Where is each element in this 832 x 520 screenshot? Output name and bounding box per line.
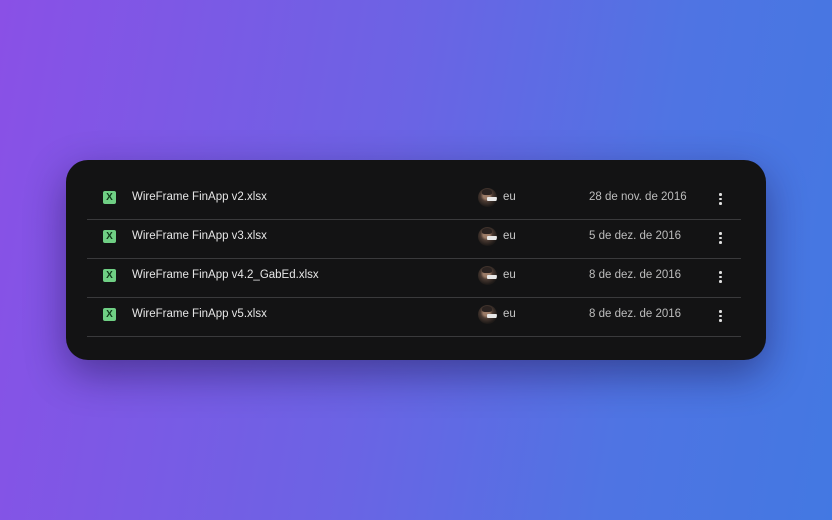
excel-icon: X	[103, 308, 116, 321]
modified-date: 8 de dez. de 2016	[589, 269, 682, 281]
file-list-panel: X WireFrame FinApp v2.xlsx eu 28 de nov.…	[66, 160, 766, 360]
avatar	[478, 227, 497, 246]
owner-label: eu	[503, 308, 516, 320]
modified-date: 8 de dez. de 2016	[589, 308, 682, 320]
more-options-icon[interactable]	[711, 267, 729, 287]
excel-icon: X	[103, 269, 116, 282]
avatar	[478, 188, 497, 207]
file-name: WireFrame FinApp v4.2_GabEd.xlsx	[132, 269, 319, 281]
avatar	[478, 305, 497, 324]
owner-label: eu	[503, 269, 516, 281]
owner-label: eu	[503, 230, 516, 242]
modified-date: 28 de nov. de 2016	[589, 191, 687, 203]
modified-date: 5 de dez. de 2016	[589, 230, 682, 242]
file-name: WireFrame FinApp v5.xlsx	[132, 308, 267, 320]
file-row[interactable]: X WireFrame FinApp v3.xlsx eu 5 de dez. …	[87, 220, 741, 259]
file-name: WireFrame FinApp v3.xlsx	[132, 230, 267, 242]
excel-icon: X	[103, 230, 116, 243]
avatar	[478, 266, 497, 285]
file-row[interactable]: X WireFrame FinApp v2.xlsx eu 28 de nov.…	[87, 181, 741, 220]
file-name: WireFrame FinApp v2.xlsx	[132, 191, 267, 203]
excel-icon: X	[103, 191, 116, 204]
file-row[interactable]: X WireFrame FinApp v4.2_GabEd.xlsx eu 8 …	[87, 259, 741, 298]
owner-label: eu	[503, 191, 516, 203]
more-options-icon[interactable]	[711, 189, 729, 209]
more-options-icon[interactable]	[711, 228, 729, 248]
more-options-icon[interactable]	[711, 306, 729, 326]
file-row[interactable]: X WireFrame FinApp v5.xlsx eu 8 de dez. …	[87, 298, 741, 337]
file-list: X WireFrame FinApp v2.xlsx eu 28 de nov.…	[87, 181, 741, 337]
